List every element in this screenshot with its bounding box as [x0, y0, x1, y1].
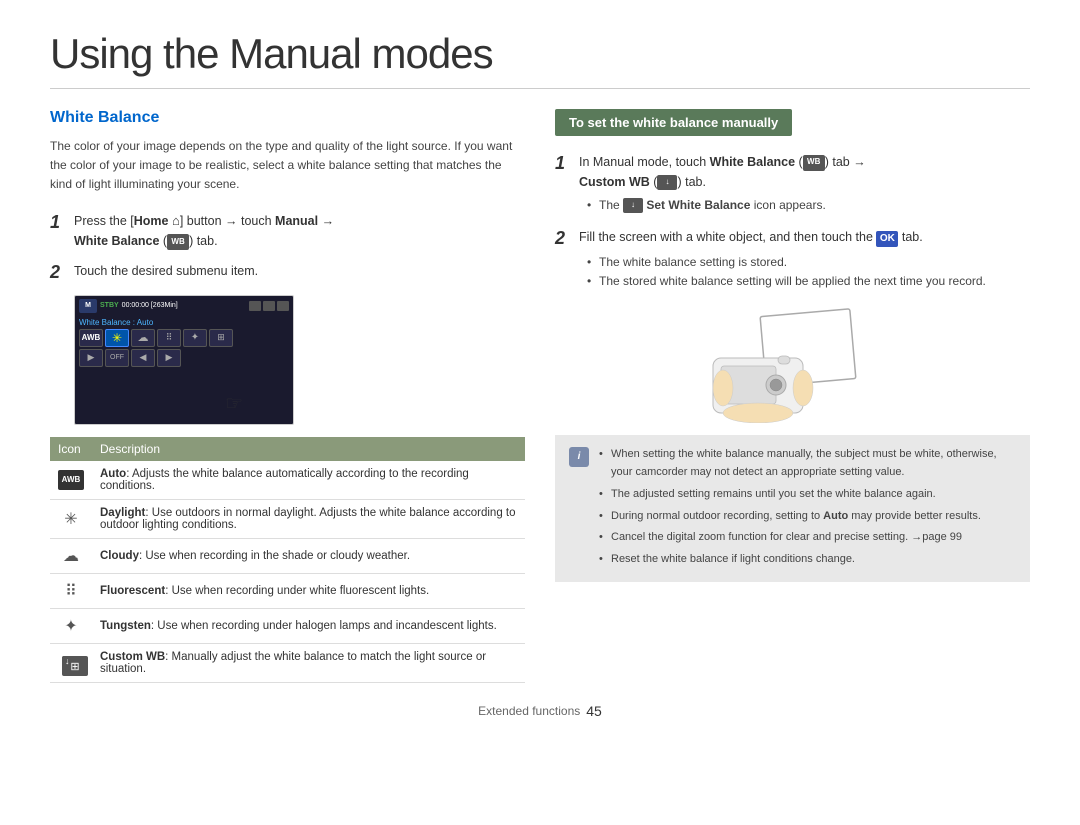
col-icon: Icon [50, 437, 92, 461]
table-row: ✦ Tungsten: Use when recording under hal… [50, 608, 525, 643]
right-section-header: To set the white balance manually [555, 109, 792, 136]
step1-bullet: The ↓ Set White Balance icon appears. [587, 196, 866, 215]
footer-label: Extended functions [478, 704, 580, 718]
section-title: White Balance [50, 109, 525, 127]
col-description: Description [92, 437, 525, 461]
desc-cell: Daylight: Use outdoors in normal dayligh… [92, 499, 525, 538]
svg-text:⊞: ⊞ [70, 661, 79, 673]
icon-cell: AWB [50, 461, 92, 500]
step-2: 2 Touch the desired submenu item. [50, 261, 525, 284]
tungsten-icon: ✦ [64, 618, 77, 635]
footer-inner: Extended functions 45 [50, 703, 1030, 719]
step2-bullet-1: The white balance setting is stored. [587, 253, 986, 272]
note-box: i When setting the white balance manuall… [555, 435, 1030, 582]
two-column-layout: White Balance The color of your image de… [50, 109, 1030, 683]
note-list: When setting the white balance manually,… [599, 445, 1016, 569]
awb-icon: AWB [58, 470, 84, 490]
table-header: Icon Description [50, 437, 525, 461]
right-step-2-num: 2 [555, 227, 571, 250]
desc-cell: Cloudy: Use when recording in the shade … [92, 538, 525, 573]
table-row: ☁ Cloudy: Use when recording in the shad… [50, 538, 525, 573]
step2-bullet-2: The stored white balance setting will be… [587, 272, 986, 291]
set-wb-inline-icon: ↓ [623, 198, 643, 213]
step-2-text: Touch the desired submenu item. [74, 261, 258, 281]
desc-cell: Fluorescent: Use when recording under wh… [92, 573, 525, 608]
icon-cell: ☁ [50, 538, 92, 573]
table-row: ✳ Daylight: Use outdoors in normal dayli… [50, 499, 525, 538]
intro-text: The color of your image depends on the t… [50, 137, 525, 195]
table-row: AWB Auto: Adjusts the white balance auto… [50, 461, 525, 500]
icon-cell: ✦ [50, 608, 92, 643]
page-container: Using the Manual modes White Balance The… [0, 0, 1080, 759]
page-number: 45 [586, 703, 602, 719]
step-1-text: Press the [Home ⌂] button → touch Manual… [74, 211, 334, 252]
custom-wb-icon: ⊞ [62, 656, 80, 670]
table-row: ⊞ Custom WB: Manually adjust the white b… [50, 643, 525, 682]
icon-cell: ✳ [50, 499, 92, 538]
note-item-3: During normal outdoor recording, setting… [599, 507, 1016, 526]
note-item-4: Cancel the digital zoom function for cle… [599, 528, 1016, 547]
note-content: When setting the white balance manually,… [599, 445, 1016, 572]
page-title: Using the Manual modes [50, 30, 1030, 89]
custom-wb-tab-icon: ↓ [657, 175, 677, 190]
fluorescent-icon: ⠿ [65, 583, 77, 600]
step-1: 1 Press the [Home ⌂] button → touch Manu… [50, 211, 525, 252]
icon-cell: ⠿ [50, 573, 92, 608]
right-step-1-num: 1 [555, 152, 571, 175]
ok-button: OK [876, 231, 898, 247]
right-step-1-content: In Manual mode, touch White Balance (WB)… [579, 152, 866, 215]
cloud-icon: ☁ [63, 546, 79, 566]
desc-cell: Custom WB: Manually adjust the white bal… [92, 643, 525, 682]
table-body: AWB Auto: Adjusts the white balance auto… [50, 461, 525, 683]
icon-cell: ⊞ [50, 643, 92, 682]
note-item-1: When setting the white balance manually,… [599, 445, 1016, 482]
page-footer: Extended functions 45 [50, 703, 1030, 719]
step-1-num: 1 [50, 211, 66, 234]
note-item-5: Reset the white balance if light conditi… [599, 550, 1016, 569]
sun-icon: ✳ [64, 509, 77, 529]
table-row: ⠿ Fluorescent: Use when recording under … [50, 573, 525, 608]
right-column: To set the white balance manually 1 In M… [555, 109, 1030, 683]
desc-cell: Tungsten: Use when recording under halog… [92, 608, 525, 643]
camera-illustration-container [555, 308, 1030, 423]
step1-bullets: The ↓ Set White Balance icon appears. [587, 196, 866, 215]
right-step-2: 2 Fill the screen with a white object, a… [555, 227, 1030, 291]
camera-screenshot: M STBY 00:00:00 [263Min] White Balance :… [74, 295, 294, 425]
step-2-num: 2 [50, 261, 66, 284]
left-column: White Balance The color of your image de… [50, 109, 525, 683]
camera-illustration [703, 308, 883, 423]
wb-tab-icon: WB [803, 155, 825, 171]
desc-cell: Auto: Adjusts the white balance automati… [92, 461, 525, 500]
right-step-1: 1 In Manual mode, touch White Balance (W… [555, 152, 1030, 215]
right-step-2-content: Fill the screen with a white object, and… [579, 227, 986, 291]
note-item-2: The adjusted setting remains until you s… [599, 485, 1016, 504]
step2-bullets: The white balance setting is stored. The… [587, 253, 986, 291]
icon-table: Icon Description AWB Auto: Adjusts the w… [50, 437, 525, 683]
note-icon: i [569, 447, 589, 467]
